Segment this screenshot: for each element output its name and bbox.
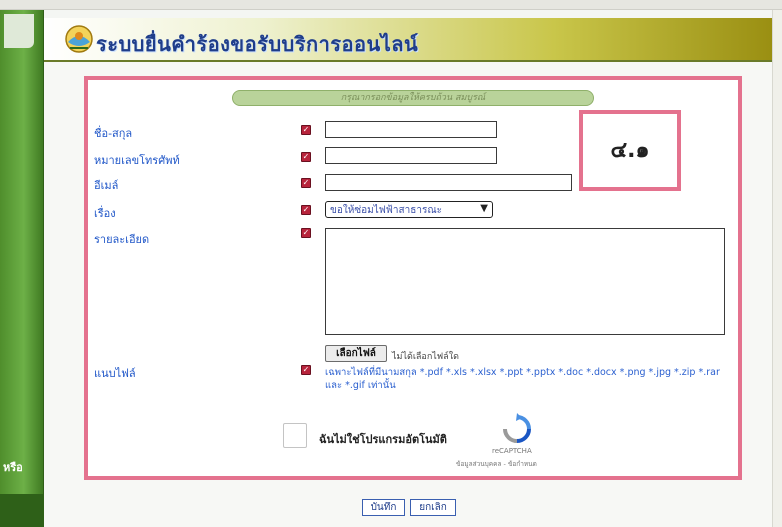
email-input[interactable] — [325, 174, 572, 191]
cancel-button[interactable]: ยกเลิก — [410, 499, 456, 516]
name-label: ชื่อ-สกุล — [94, 127, 133, 140]
required-check-icon: ✓ — [301, 228, 311, 238]
required-check-icon: ✓ — [301, 205, 311, 215]
topic-label: เรื่อง — [94, 207, 116, 220]
required-check-icon: ✓ — [301, 125, 311, 135]
detail-textarea[interactable] — [325, 228, 725, 335]
topic-select-value: ขอให้ซ่อมไฟฟ้าสาธารณะ — [330, 205, 442, 216]
window-right-edge — [772, 10, 782, 527]
required-check-icon: ✓ — [301, 365, 311, 375]
required-check-icon: ✓ — [301, 178, 311, 188]
captcha-checkbox[interactable] — [283, 423, 307, 448]
organization-seal-icon — [65, 25, 93, 53]
left-sidebar: หรือ — [0, 10, 44, 527]
detail-label: รายละเอียด — [94, 233, 150, 246]
attach-label: แนบไฟล์ — [94, 367, 136, 380]
sidebar-item-label[interactable]: หรือ — [3, 458, 41, 476]
email-label: อีเมล์ — [94, 179, 119, 192]
name-input[interactable] — [325, 121, 497, 138]
file-status-text: ไม่ได้เลือกไฟล์ใด — [392, 352, 459, 362]
sidebar-notch — [4, 14, 34, 48]
topic-select[interactable]: ขอให้ซ่อมไฟฟ้าสาธารณะ ▼ — [325, 201, 493, 218]
recaptcha-brand: reCAPTCHA — [492, 447, 532, 455]
window-top-edge — [0, 0, 782, 10]
captcha-label: ฉันไม่ใช่โปรแกรมอัตโนมัติ — [319, 433, 447, 446]
recaptcha-links[interactable]: ข้อมูลส่วนบุคคล - ข้อกำหนด — [456, 459, 537, 469]
required-check-icon: ✓ — [301, 152, 311, 162]
phone-label: หมายเลขโทรศัพท์ — [94, 154, 180, 167]
save-button[interactable]: บันทึก — [362, 499, 405, 516]
file-type-note: เฉพาะไฟล์ที่มีนามสกุล *.pdf *.xls *.xlsx… — [325, 367, 720, 391]
sidebar-bottom-tab[interactable] — [0, 494, 44, 527]
phone-input[interactable] — [325, 147, 497, 164]
step-callout: ๔.๑ — [579, 110, 681, 191]
chevron-down-icon: ▼ — [480, 203, 488, 214]
recaptcha-icon — [503, 413, 531, 443]
choose-file-button[interactable]: เลือกไฟล์ — [325, 345, 387, 362]
form-section-header: กรุณากรอกข้อมูลให้ครบถ้วน สมบูรณ์ — [232, 90, 594, 106]
page-title: ระบบยื่นคำร้องขอรับบริการออนไลน์ — [96, 32, 419, 56]
page-header: ระบบยื่นคำร้องขอรับบริการออนไลน์ — [44, 18, 772, 62]
